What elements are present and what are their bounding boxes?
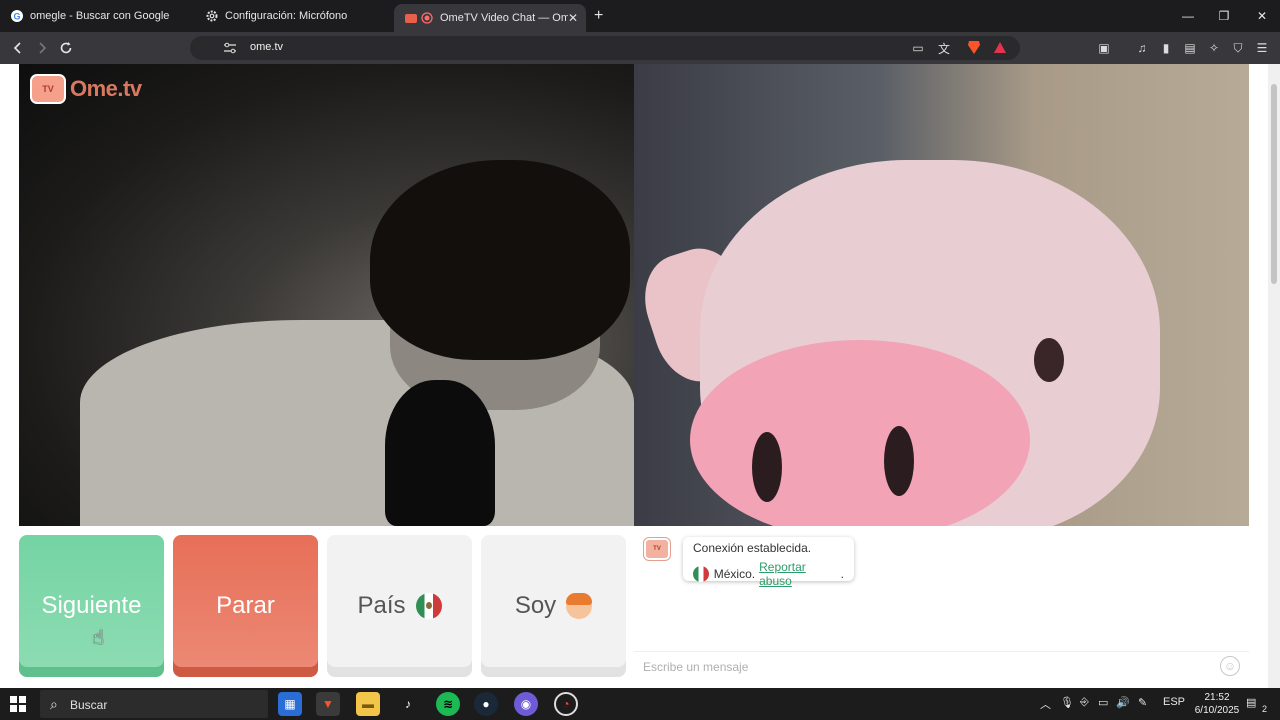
tab-label: omegle - Buscar con Google xyxy=(30,10,170,22)
svg-text:G: G xyxy=(13,12,20,22)
new-tab-button[interactable]: + xyxy=(594,7,603,25)
forward-icon[interactable] xyxy=(32,38,52,58)
url-text: ome.tv xyxy=(250,41,284,53)
volume-icon[interactable]: 🔊 xyxy=(1116,696,1130,709)
local-video-person-hair xyxy=(370,160,630,360)
reload-icon[interactable] xyxy=(56,38,76,58)
next-button[interactable]: Siguiente xyxy=(19,535,164,677)
file-explorer-icon[interactable]: ▬ xyxy=(356,692,380,716)
ometv-avatar: TV xyxy=(644,538,670,560)
usb-icon[interactable]: ⎆ xyxy=(1080,696,1089,709)
ometv-icon xyxy=(404,11,418,25)
windows-start-icon[interactable] xyxy=(8,694,28,714)
language-indicator[interactable]: ESP xyxy=(1163,696,1185,708)
steam-icon[interactable]: ● xyxy=(474,692,498,716)
pig-eye xyxy=(1034,338,1064,382)
pig-nostril xyxy=(752,432,782,502)
ometv-logo[interactable]: TV Ome.tv xyxy=(30,72,142,106)
page-scrollbar[interactable] xyxy=(1268,64,1280,688)
emoji-icon[interactable]: ☺ xyxy=(1220,656,1240,676)
gear-icon xyxy=(205,9,219,23)
taskbar-clock[interactable]: 21:52 6/10/2025 xyxy=(1192,691,1242,717)
mouse-pointer-icon: ☝ xyxy=(92,627,105,649)
partner-country: México. xyxy=(713,567,756,581)
brave-shields-icon[interactable] xyxy=(966,39,982,55)
address-bar[interactable]: ome.tv ▭ 文 xyxy=(190,36,1020,60)
menu-icon[interactable]: ☰ xyxy=(1254,40,1270,56)
cast-icon[interactable]: ▭ xyxy=(910,40,926,56)
country-button[interactable]: País xyxy=(327,535,472,677)
brave-rewards-icon[interactable] xyxy=(992,40,1008,56)
connection-status: Conexión establecida. xyxy=(693,541,812,555)
recording-icon xyxy=(420,11,434,25)
show-hidden-icons-icon[interactable]: ︿ xyxy=(1040,696,1051,712)
tab-label: Configuración: Micrófono xyxy=(225,10,348,22)
message-input-bar xyxy=(634,651,1249,681)
microphone-shape xyxy=(385,380,495,526)
restore-icon[interactable]: ❐ xyxy=(1206,0,1242,32)
pen-icon[interactable]: ✎ xyxy=(1138,696,1147,709)
mexico-flag-icon xyxy=(415,593,442,619)
boy-emoji-icon xyxy=(566,593,593,619)
pig-snout xyxy=(690,340,1030,540)
site-settings-icon[interactable] xyxy=(222,40,238,56)
obs-icon[interactable]: ◔ xyxy=(554,692,578,716)
ometv-logo-icon: TV xyxy=(30,74,66,104)
browser-tab-strip: G omegle - Buscar con Google Configuraci… xyxy=(0,0,1280,32)
network-icon[interactable]: ▭ xyxy=(1098,696,1108,709)
google-icon: G xyxy=(10,9,24,23)
tiktok-icon[interactable]: ♪ xyxy=(396,692,420,716)
windows-taskbar: ⌕ Buscar ▦ ▼ ▬ ♪ ≋ ● ◉ ◔ ︿ 🎙 ⎆ ▭ 🔊 ✎ ESP… xyxy=(0,688,1280,720)
wallet-icon[interactable]: ▤ xyxy=(1182,40,1198,56)
tab-search-icon[interactable]: ▣ xyxy=(1096,40,1112,56)
tab-label: OmeTV Video Chat — Omegl xyxy=(440,12,568,24)
search-icon: ⌕ xyxy=(50,696,58,712)
close-tab-icon[interactable]: ✕ xyxy=(568,11,578,25)
discord-icon[interactable]: ◉ xyxy=(514,692,538,716)
sidebar-icon[interactable]: ▮ xyxy=(1158,40,1174,56)
brave-browser-icon[interactable]: ▼ xyxy=(316,692,340,716)
browser-toolbar: ome.tv ▭ 文 ▣ ♫ ▮ ▤ ✧ ⛉ ☰ xyxy=(0,32,1280,64)
minimize-icon[interactable]: — xyxy=(1170,0,1206,32)
pig-nostril xyxy=(884,426,914,496)
message-input[interactable] xyxy=(643,658,1203,676)
system-message: Conexión establecida. México. Reportar a… xyxy=(683,537,854,588)
back-icon[interactable] xyxy=(8,38,28,58)
taskbar-search[interactable]: ⌕ Buscar xyxy=(40,690,268,718)
microphone-icon[interactable]: 🎙 xyxy=(1060,696,1074,709)
spotify-icon[interactable]: ≋ xyxy=(436,692,460,716)
mexico-flag-icon xyxy=(693,566,709,582)
notification-count: 2 xyxy=(1262,704,1268,714)
tab-google-search[interactable]: G omegle - Buscar con Google xyxy=(0,0,195,32)
report-abuse-link[interactable]: Reportar abuso xyxy=(759,560,841,588)
close-window-icon[interactable]: ✕ xyxy=(1244,0,1280,32)
music-icon[interactable]: ♫ xyxy=(1134,40,1150,56)
gender-button[interactable]: Soy xyxy=(481,535,626,677)
vpn-icon[interactable]: ⛉ xyxy=(1230,40,1246,56)
store-icon[interactable]: ▦ xyxy=(278,692,302,716)
tab-mic-settings[interactable]: Configuración: Micrófono xyxy=(195,0,390,32)
notification-icon[interactable]: ▤ xyxy=(1246,696,1256,709)
stop-button[interactable]: Parar xyxy=(173,535,318,677)
tab-ometv[interactable]: OmeTV Video Chat — Omegl ✕ xyxy=(394,4,586,32)
translate-icon[interactable]: 文 xyxy=(936,40,952,56)
leo-ai-icon[interactable]: ✧ xyxy=(1206,40,1222,56)
